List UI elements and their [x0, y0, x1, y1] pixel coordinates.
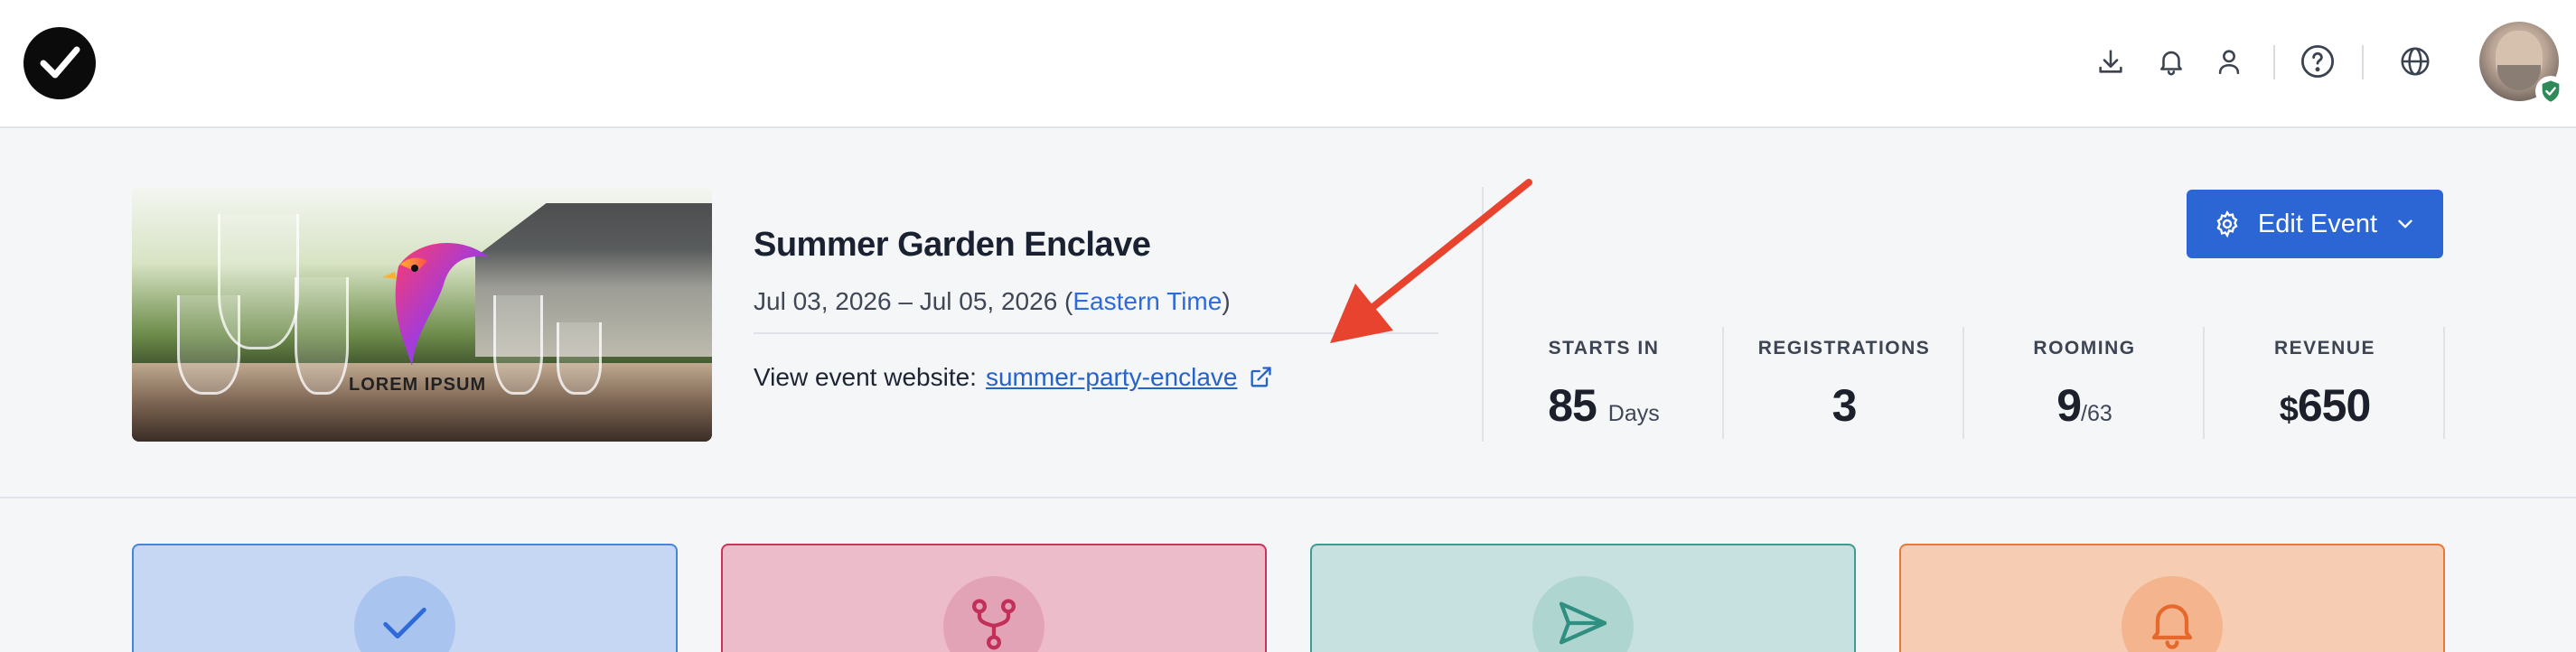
toolbar-divider [2273, 45, 2275, 79]
stat-label: ROOMING [2033, 338, 2136, 359]
help-icon[interactable] [2296, 40, 2339, 83]
stat-value: 3 [1831, 380, 1858, 431]
website-label: View event website: [754, 363, 977, 391]
event-image: LOREM IPSUM [132, 187, 712, 442]
card-bell[interactable] [1899, 544, 2445, 652]
revenue-value: 650 [2297, 380, 2371, 431]
checkmark-logo-icon[interactable] [23, 27, 96, 99]
starts-in-unit: Days [1607, 401, 1660, 426]
download-icon[interactable] [2089, 40, 2132, 83]
annotation-arrow-icon [1330, 179, 1532, 343]
image-glass [177, 295, 240, 395]
globe-icon[interactable] [2393, 40, 2437, 83]
card-icon-circle [2122, 576, 2223, 652]
event-website-link[interactable]: summer-party-enclave [986, 363, 1238, 392]
card-send[interactable] [1310, 544, 1856, 652]
card-check[interactable] [132, 544, 678, 652]
event-title: Summer Garden Enclave [754, 226, 1151, 264]
event-date-range: Jul 03, 2026 – Jul 05, 2026 ( [754, 287, 1073, 315]
card-icon-circle [1532, 576, 1634, 652]
check-icon [383, 607, 426, 639]
event-dates: Jul 03, 2026 – Jul 05, 2026 (Eastern Tim… [754, 287, 1231, 316]
stat-revenue: REVENUE $650 [2205, 327, 2445, 439]
stat-divider [2443, 327, 2445, 439]
timezone-link[interactable]: Eastern Time [1073, 287, 1222, 315]
chevron-down-icon [2398, 219, 2412, 228]
edit-event-button[interactable]: Edit Event [2187, 190, 2443, 258]
image-glass [295, 277, 349, 395]
gear-icon [2216, 210, 2238, 238]
user-icon[interactable] [2207, 40, 2251, 83]
stat-value: 9/63 [1964, 379, 2205, 432]
bell-icon[interactable] [2150, 40, 2193, 83]
event-dates-close: ) [1222, 287, 1231, 315]
website-row: View event website: summer-party-enclave [754, 363, 1274, 392]
image-glass [557, 322, 602, 395]
stat-label: REVENUE [2273, 338, 2376, 359]
card-icon-circle [943, 576, 1044, 652]
stat-value: $650 [2205, 379, 2445, 432]
rooming-value: 9 [2056, 380, 2082, 431]
card-icon-circle [354, 576, 455, 652]
shield-check-icon [2535, 76, 2566, 107]
stat-rooming: ROOMING 9/63 [1964, 327, 2205, 439]
starts-in-value: 85 [1548, 380, 1597, 431]
bell-icon [2151, 604, 2193, 649]
toolbar-divider [2362, 45, 2364, 79]
avatar-beard [2497, 65, 2541, 90]
image-logo-text: LOREM IPSUM [349, 375, 487, 395]
bird-logo-icon [382, 242, 489, 366]
image-glass [493, 295, 543, 395]
send-icon [1559, 601, 1607, 645]
top-navigation-bar [0, 0, 2576, 128]
stat-starts-in: STARTS IN 85 Days [1484, 327, 1724, 439]
external-link-icon[interactable] [1247, 364, 1274, 391]
edit-event-label: Edit Event [2257, 209, 2378, 238]
stat-value: 85 Days [1484, 379, 1724, 432]
card-branch[interactable] [721, 544, 1267, 652]
branch-icon [971, 599, 1016, 650]
stat-label: REGISTRATIONS [1757, 338, 1931, 359]
stat-label: STARTS IN [1548, 338, 1660, 359]
rooming-total: /63 [2081, 401, 2112, 426]
avatar[interactable] [2479, 22, 2566, 107]
stat-registrations: REGISTRATIONS 3 [1724, 327, 1964, 439]
revenue-currency: $ [2279, 391, 2299, 429]
